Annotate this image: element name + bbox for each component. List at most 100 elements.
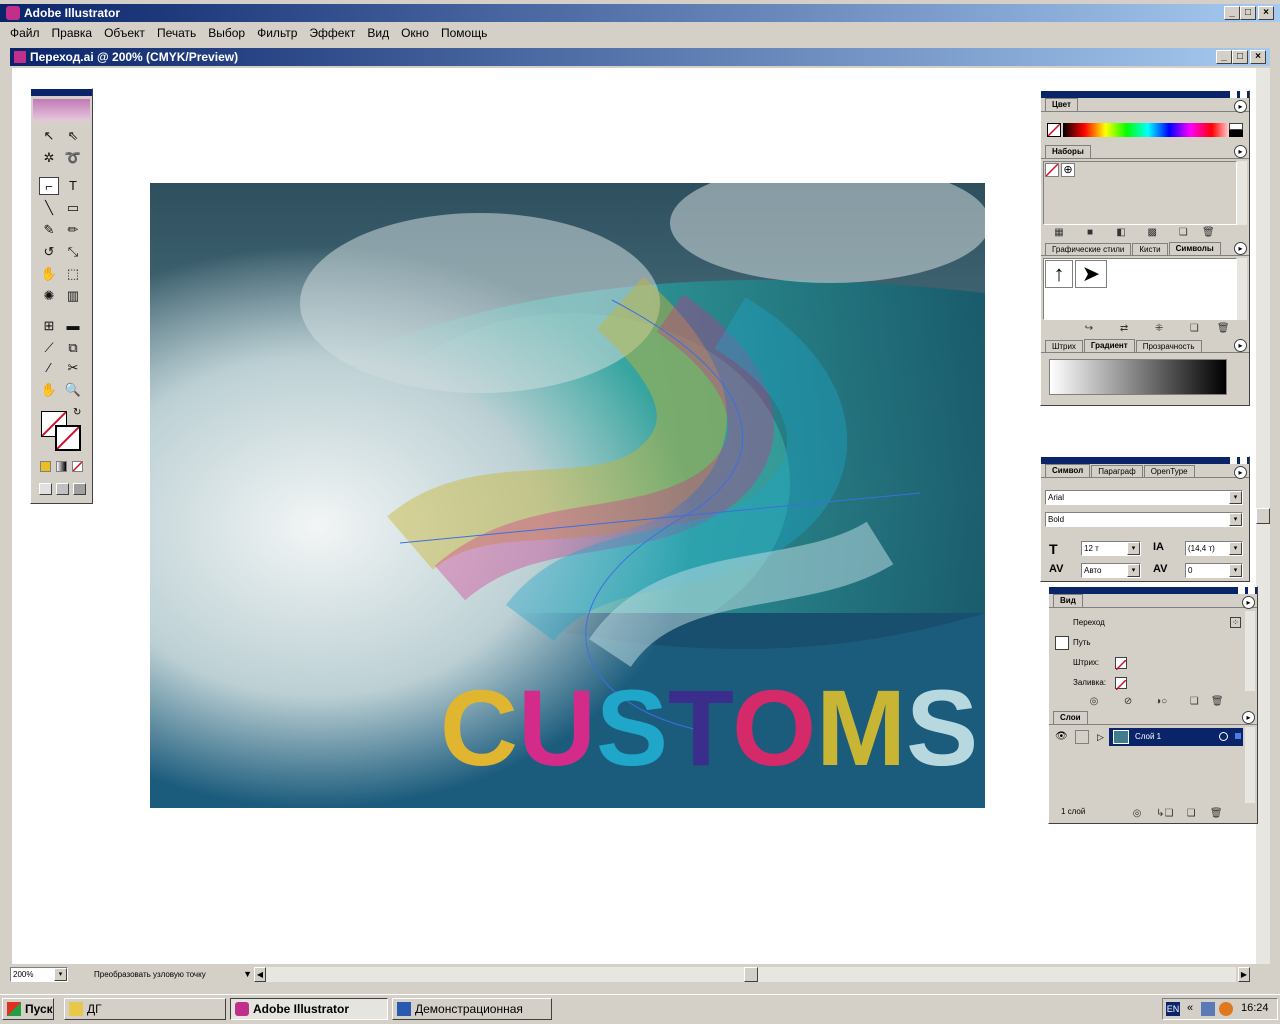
break-link-button[interactable]: ⁜ <box>1151 323 1167 337</box>
swap-fill-stroke-icon[interactable]: ↻ <box>73 407 81 418</box>
font-size-input[interactable]: 12 т ▾ <box>1081 541 1141 556</box>
new-symbol-button[interactable]: ❏ <box>1186 323 1202 337</box>
h-scroll-thumb[interactable] <box>744 967 758 982</box>
tab-stroke-2[interactable]: Прозрачность <box>1135 340 1202 352</box>
tab-styles-2[interactable]: Символы <box>1168 242 1221 255</box>
app-close-button[interactable]: × <box>1258 6 1274 20</box>
language-indicator[interactable]: EN <box>1166 1002 1180 1016</box>
eyedropper-tool-icon[interactable]: ⟋ <box>39 339 59 357</box>
none-color-swatch[interactable] <box>1047 123 1061 137</box>
show-color-swatches-button[interactable]: ■ <box>1082 227 1098 241</box>
gradient-mode-button[interactable] <box>56 461 67 472</box>
layers-scrollbar[interactable] <box>1245 727 1255 803</box>
status-tool-select[interactable]: Преобразовать узловую точку ▼ <box>94 967 254 982</box>
pencil-tool-icon[interactable]: ✏ <box>63 221 83 239</box>
menu-item-7[interactable]: Вид <box>361 24 395 42</box>
layer-row[interactable]: 👁 ▷ Слой 1 <box>1051 727 1243 747</box>
expand-triangle-icon[interactable]: ▷ <box>1097 727 1104 747</box>
scroll-thumb[interactable] <box>1256 508 1270 524</box>
menu-item-1[interactable]: Правка <box>46 24 99 42</box>
mesh-tool-icon[interactable]: ⊞ <box>39 317 59 335</box>
selection-tool-icon[interactable]: ↖ <box>39 127 59 145</box>
reduce-basic-button[interactable]: ◑○ <box>1147 696 1175 710</box>
taskbar-item-word[interactable]: Демонстрационная гра... <box>392 998 552 1024</box>
menu-item-2[interactable]: Объект <box>98 24 151 42</box>
make-clipping-mask-button[interactable]: ◎ <box>1129 808 1145 822</box>
arrow-symbol-2[interactable]: ➤ <box>1075 260 1107 288</box>
horizontal-scrollbar[interactable] <box>266 967 1236 982</box>
rotate-tool-icon[interactable]: ↺ <box>39 243 59 261</box>
tab-character-0[interactable]: Символ <box>1045 464 1091 477</box>
panel-close-icon[interactable] <box>1240 457 1247 464</box>
delete-swatch-button[interactable]: 🗑 <box>1200 227 1216 241</box>
paintbrush-tool-icon[interactable]: ✎ <box>39 221 59 239</box>
panel-minimize-icon[interactable] <box>1238 587 1245 594</box>
blend-tool-icon[interactable]: ⧉ <box>63 339 83 357</box>
gradient-tool-icon[interactable]: ▬ <box>63 317 83 335</box>
screen-mode-full-menu-button[interactable] <box>56 483 69 495</box>
scroll-right-button[interactable]: ▶ <box>1238 967 1250 982</box>
font-style-select[interactable]: Bold ▾ <box>1045 512 1243 527</box>
menu-item-6[interactable]: Эффект <box>303 24 361 42</box>
hand-tool-icon[interactable]: ✋ <box>39 381 59 399</box>
none-mode-button[interactable] <box>72 461 83 472</box>
screen-mode-normal-button[interactable] <box>39 483 52 495</box>
tab-swatches[interactable]: Наборы <box>1045 145 1091 158</box>
layers-panel-menu-icon[interactable]: ▸ <box>1242 711 1255 724</box>
color-panel-menu-icon[interactable]: ▸ <box>1234 100 1247 113</box>
none-swatch[interactable] <box>1045 163 1059 177</box>
appearance-stroke-row[interactable]: Штрих: <box>1051 653 1245 673</box>
target-icon[interactable] <box>1219 732 1228 741</box>
new-swatch-button[interactable]: ❏ <box>1175 227 1191 241</box>
scissors-tool-icon[interactable]: ✂ <box>63 359 83 377</box>
new-sublayer-button[interactable]: ↳❏ <box>1156 808 1173 822</box>
vertical-scrollbar[interactable] <box>1256 68 1270 964</box>
network-icon[interactable] <box>1201 1002 1215 1016</box>
direct-selection-tool-icon[interactable]: ⇖ <box>63 127 83 145</box>
place-symbol-button[interactable]: ↪ <box>1081 323 1097 337</box>
clear-appearance-button[interactable]: ⊘ <box>1120 696 1136 710</box>
swatches-panel-menu-icon[interactable]: ▸ <box>1234 145 1247 158</box>
styles-panel-menu-icon[interactable]: ▸ <box>1234 242 1247 255</box>
delete-layer-button[interactable]: 🗑 <box>1208 808 1224 822</box>
kerning-input[interactable]: Авто ▾ <box>1081 563 1141 578</box>
scale-tool-icon[interactable]: ⤡ <box>63 243 83 261</box>
tab-appearance[interactable]: Вид <box>1053 594 1083 607</box>
white-swatch[interactable] <box>1229 123 1243 130</box>
start-button[interactable]: Пуск <box>2 998 54 1020</box>
show-gradient-swatches-button[interactable]: ◧ <box>1113 227 1129 241</box>
swatches-list[interactable]: ⊕ <box>1043 161 1237 225</box>
lock-toggle[interactable] <box>1075 730 1089 744</box>
delete-symbol-button[interactable]: 🗑 <box>1215 323 1231 337</box>
panel-close-icon[interactable] <box>1248 587 1255 594</box>
line-tool-icon[interactable]: ╲ <box>39 199 59 217</box>
tracking-input[interactable]: 0 ▾ <box>1185 563 1243 578</box>
appearance-panel-menu-icon[interactable]: ▸ <box>1242 596 1255 609</box>
panel-minimize-icon[interactable] <box>1230 457 1237 464</box>
symbols-list[interactable]: ↑ ➤ <box>1043 258 1237 320</box>
zoom-tool-icon[interactable]: 🔍 <box>63 381 83 399</box>
menu-item-5[interactable]: Фильтр <box>251 24 303 42</box>
symbol-sprayer-tool-icon[interactable]: ✺ <box>39 287 59 305</box>
menu-item-0[interactable]: Файл <box>4 24 46 42</box>
leading-input[interactable]: (14,4 т) ▾ <box>1185 541 1243 556</box>
tab-layers[interactable]: Слои <box>1053 711 1088 724</box>
doc-maximize-button[interactable]: □ <box>1232 50 1248 64</box>
doc-minimize-button[interactable]: _ <box>1216 50 1232 64</box>
menu-item-3[interactable]: Печать <box>151 24 202 42</box>
screen-mode-full-button[interactable] <box>73 483 86 495</box>
graph-tool-icon[interactable]: ▥ <box>63 287 83 305</box>
scroll-left-button[interactable]: ◀ <box>254 967 266 982</box>
speaker-icon[interactable] <box>1219 1002 1233 1016</box>
new-layer-button[interactable]: ❏ <box>1183 808 1199 822</box>
panel-close-icon[interactable] <box>1240 91 1247 98</box>
slice-tool-icon[interactable]: ⁄ <box>39 359 59 377</box>
tab-styles-0[interactable]: Графические стили <box>1045 243 1132 255</box>
app-minimize-button[interactable]: _ <box>1224 6 1240 20</box>
color-mode-button[interactable] <box>40 461 51 472</box>
doc-close-button[interactable]: × <box>1250 50 1266 64</box>
taskbar-item-illustrator[interactable]: Adobe Illustrator <box>230 998 388 1020</box>
black-swatch[interactable] <box>1229 130 1243 137</box>
gradient-preview[interactable] <box>1049 359 1227 395</box>
menu-item-4[interactable]: Выбор <box>202 24 251 42</box>
